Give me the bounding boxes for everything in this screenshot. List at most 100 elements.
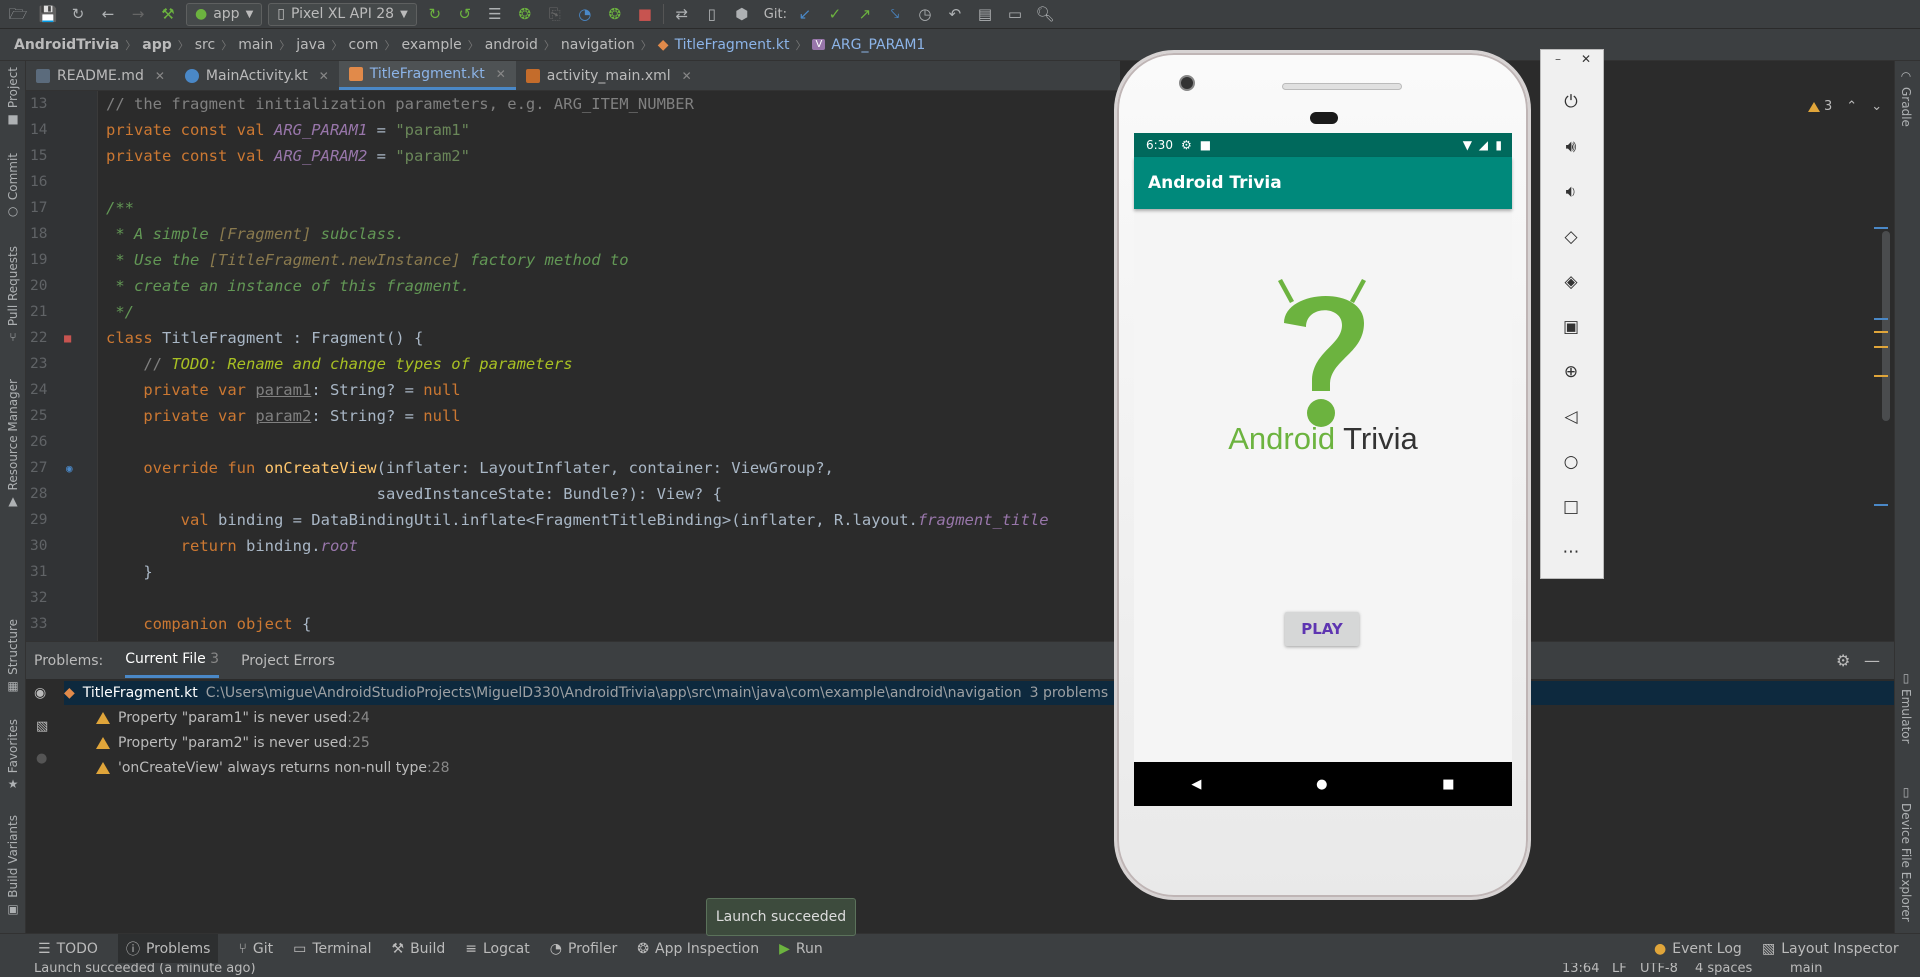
tab-titlefragment[interactable]: TitleFragment.kt ✕ <box>338 61 516 90</box>
more-icon[interactable]: ⋯ <box>1555 536 1587 568</box>
chevron-down-icon[interactable]: ⌄ <box>1871 99 1882 114</box>
git-push-icon[interactable]: ↗ <box>853 2 877 26</box>
run-list-icon[interactable]: ☰ <box>483 2 507 26</box>
open-folder-icon[interactable]: 🗁 <box>6 2 30 26</box>
problem-item[interactable]: Property "param1" is never used:24 <box>96 706 370 730</box>
breadcrumb-item[interactable]: navigation <box>561 37 635 53</box>
tool-window-project[interactable]: Project ■ <box>2 67 24 126</box>
close-icon[interactable]: ✕ <box>319 69 329 83</box>
git-update-icon[interactable]: ↙ <box>793 2 817 26</box>
tool-window-emulator[interactable]: ▯ Emulator <box>1899 671 1913 744</box>
close-icon[interactable]: ✕ <box>496 67 506 81</box>
minimize-icon[interactable]: — <box>1864 651 1880 670</box>
tab-activity-main[interactable]: activity_main.xml ✕ <box>516 61 702 90</box>
breadcrumb-item[interactable]: example <box>401 37 461 53</box>
close-icon[interactable]: ✕ <box>155 69 165 83</box>
problem-item[interactable]: Property "param2" is never used:25 <box>96 731 370 755</box>
tool-window-pull-requests[interactable]: Pull Requests ⑂ <box>2 246 24 344</box>
tool-logcat[interactable]: ≡ Logcat <box>465 934 530 964</box>
volume-down-icon[interactable]: 🔉︎ <box>1555 176 1587 208</box>
breadcrumb-item[interactable]: src <box>195 37 215 53</box>
back-icon[interactable]: ← <box>96 2 120 26</box>
play-button[interactable]: PLAY <box>1285 612 1359 646</box>
caret-position[interactable]: 13:64 <box>1562 963 1599 976</box>
breadcrumb-item[interactable]: app <box>142 37 172 53</box>
tool-window-device-file-explorer[interactable]: ▯ Device File Explorer <box>1899 785 1913 922</box>
breadcrumb-item[interactable]: java <box>296 37 325 53</box>
tool-window-commit[interactable]: Commit ○ <box>2 153 24 218</box>
scrollbar-thumb[interactable] <box>1882 231 1890 421</box>
line-separator[interactable]: LF <box>1612 963 1627 976</box>
back-icon[interactable]: ◁ <box>1555 401 1587 433</box>
apply-changes-icon[interactable]: ↻ <box>423 2 447 26</box>
indent-setting[interactable]: 4 spaces <box>1695 963 1752 976</box>
device-dropdown[interactable]: ▯ Pixel XL API 28 ▼ <box>268 2 417 26</box>
eye-icon[interactable]: ◉ <box>34 685 46 701</box>
tool-app-inspection[interactable]: ❂ App Inspection <box>637 934 759 964</box>
tab-mainactivity[interactable]: MainActivity.kt ✕ <box>175 61 339 90</box>
git-commit-icon[interactable]: ✓ <box>823 2 847 26</box>
code-editor[interactable]: 13// the fragment initialization paramet… <box>26 91 1120 641</box>
close-icon[interactable]: ✕ <box>1581 52 1591 66</box>
tool-window-gradle[interactable]: ◠ Gradle <box>1899 69 1913 127</box>
tool-problems[interactable]: ⓘ Problems <box>117 933 219 964</box>
tool-window-structure[interactable]: Structure ▦ <box>2 619 24 693</box>
tool-todo[interactable]: ☰ TODO <box>38 934 98 964</box>
breadcrumb-item[interactable]: com <box>349 37 379 53</box>
inspection-widget[interactable]: 3 ⌃ ⌄ <box>1808 99 1882 114</box>
coverage-icon[interactable]: ❂ <box>603 2 627 26</box>
sdk-manager-icon[interactable]: ⬢ <box>730 2 754 26</box>
minimize-icon[interactable]: – <box>1555 52 1561 66</box>
power-icon[interactable]: ⏻ <box>1555 86 1587 118</box>
bulb-icon[interactable]: ● <box>36 751 47 766</box>
sync-icon[interactable]: ↻ <box>66 2 90 26</box>
search-icon[interactable]: 🔍︎ <box>1033 2 1057 26</box>
tool-layout-inspector[interactable]: ▧ Layout Inspector <box>1762 934 1899 964</box>
breadcrumb-item[interactable]: AndroidTrivia <box>14 37 119 53</box>
rollback-icon[interactable]: ↶ <box>943 2 967 26</box>
tool-build[interactable]: ⚒ Build <box>392 934 446 964</box>
preview-icon[interactable]: ▧ <box>36 719 48 734</box>
tool-git[interactable]: ⑂ Git <box>238 934 273 964</box>
terminal-icon[interactable]: ▭ <box>1003 2 1027 26</box>
breadcrumb-item[interactable]: TitleFragment.kt <box>675 37 790 53</box>
breadcrumb-item[interactable]: ARG_PARAM1 <box>831 37 925 53</box>
overview-icon[interactable]: □ <box>1555 491 1587 523</box>
attach-debugger-icon[interactable]: ⎘ <box>543 2 567 26</box>
tool-profiler[interactable]: ◔ Profiler <box>550 934 618 964</box>
tab-project-errors[interactable]: Project Errors <box>241 645 335 677</box>
nav-recents-icon[interactable]: ■ <box>1442 777 1454 792</box>
save-icon[interactable]: 💾 <box>36 2 60 26</box>
file-encoding[interactable]: UTF-8 <box>1640 963 1678 976</box>
forward-icon[interactable]: → <box>126 2 150 26</box>
tab-readme[interactable]: README.md ✕ <box>26 61 175 90</box>
stop-icon[interactable]: ■ <box>633 2 657 26</box>
chevron-up-icon[interactable]: ⌃ <box>1846 99 1857 114</box>
profile-icon[interactable]: ◔ <box>573 2 597 26</box>
project-structure-icon[interactable]: ▤ <box>973 2 997 26</box>
build-hammer-icon[interactable]: ⚒ <box>156 2 180 26</box>
volume-up-icon[interactable]: 🔊︎ <box>1555 131 1587 163</box>
zoom-icon[interactable]: ⊕ <box>1555 356 1587 388</box>
home-icon[interactable]: ○ <box>1555 446 1587 478</box>
debug-icon[interactable]: ❂ <box>513 2 537 26</box>
rotate-left-icon[interactable]: ◇ <box>1555 221 1587 253</box>
rotate-right-icon[interactable]: ◈ <box>1555 266 1587 298</box>
run-config-dropdown[interactable]: ● app ▼ <box>186 2 263 26</box>
close-icon[interactable]: ✕ <box>682 69 692 83</box>
git-branch[interactable]: main <box>1790 963 1822 976</box>
nav-home-icon[interactable]: ● <box>1316 777 1327 792</box>
nav-back-icon[interactable]: ◀ <box>1191 777 1201 792</box>
breadcrumb-item[interactable]: main <box>238 37 273 53</box>
tool-run[interactable]: ▶ Run <box>779 934 823 964</box>
problem-item[interactable]: 'onCreateView' always returns non-null t… <box>96 756 450 780</box>
git-fetch-icon[interactable]: ⤥ <box>883 2 907 26</box>
tool-window-build-variants[interactable]: Build Variants ▣ <box>2 815 24 916</box>
tool-terminal[interactable]: ▭ Terminal <box>293 934 371 964</box>
camera-icon[interactable]: ▣ <box>1555 311 1587 343</box>
device-manager-icon[interactable]: ▯ <box>700 2 724 26</box>
tool-window-resource-manager[interactable]: Resource Manager ▲ <box>2 379 24 508</box>
settings-icon[interactable]: ⚙ <box>1836 651 1850 670</box>
apply-code-changes-icon[interactable]: ↺ <box>453 2 477 26</box>
tab-current-file[interactable]: Current File 3 <box>125 643 220 678</box>
